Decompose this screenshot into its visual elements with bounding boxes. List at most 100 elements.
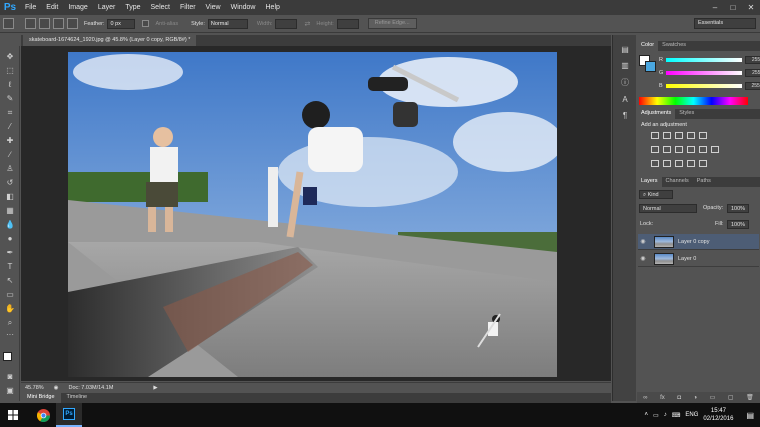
new-selection-icon[interactable] <box>25 18 36 29</box>
opacity-input[interactable]: 100% <box>727 204 749 213</box>
history-panel-icon[interactable]: ▤ <box>618 45 632 55</box>
more-tools-icon[interactable]: ··· <box>3 330 17 340</box>
minimize-button[interactable]: – <box>706 0 724 15</box>
feather-input[interactable]: 0 px <box>107 18 136 29</box>
menu-type[interactable]: Type <box>120 0 145 15</box>
blue-slider[interactable] <box>665 84 742 88</box>
channel-mixer-icon[interactable] <box>699 146 707 153</box>
type-tool-icon[interactable]: T <box>3 262 17 272</box>
posterize-icon[interactable] <box>663 160 671 167</box>
add-mask-icon[interactable]: ◘ <box>677 395 681 401</box>
tab-timeline[interactable]: Timeline <box>61 393 94 403</box>
black-white-icon[interactable] <box>675 146 683 153</box>
layer-name[interactable]: Layer 0 copy <box>678 239 710 245</box>
language-indicator[interactable]: ENG <box>685 412 698 418</box>
adjustment-layer-icon[interactable]: ◑ <box>693 395 697 401</box>
document-tab[interactable]: skateboard-1674624_1920.jpg @ 45.8% (Lay… <box>23 35 197 46</box>
new-layer-icon[interactable]: ▢ <box>728 394 734 401</box>
tab-adjustments[interactable]: Adjustments <box>637 109 676 119</box>
menu-file[interactable]: File <box>20 0 41 15</box>
dodge-tool-icon[interactable]: ● <box>3 234 17 244</box>
tab-swatches[interactable]: Swatches <box>658 41 690 51</box>
layer-filter-kind-select[interactable]: ⌕ Kind <box>639 190 673 199</box>
clock[interactable]: 15:47 02/12/2016 <box>703 407 733 423</box>
tab-channels[interactable]: Channels <box>662 177 693 187</box>
skateboard-photo[interactable] <box>68 52 557 377</box>
vibrance-icon[interactable] <box>699 132 707 139</box>
new-group-icon[interactable]: ▭ <box>710 394 716 401</box>
green-slider[interactable] <box>666 71 743 75</box>
menu-edit[interactable]: Edit <box>41 0 63 15</box>
clone-stamp-tool-icon[interactable]: ♙ <box>3 164 17 174</box>
curves-icon[interactable] <box>675 132 683 139</box>
color-spectrum[interactable] <box>639 97 748 105</box>
layer-row[interactable]: ◉ Layer 0 <box>638 251 759 267</box>
exposure-icon[interactable] <box>687 132 695 139</box>
eye-icon[interactable]: ◉ <box>638 255 648 262</box>
color-balance-icon[interactable] <box>663 146 671 153</box>
blend-mode-select[interactable]: Normal <box>639 204 697 213</box>
character-panel-icon[interactable]: A <box>618 95 632 105</box>
workspace-select[interactable]: Essentials <box>694 18 756 29</box>
move-tool-icon[interactable]: ✥ <box>3 52 17 62</box>
fill-input[interactable]: 100% <box>727 220 749 229</box>
chrome-taskbar-button[interactable] <box>30 403 56 427</box>
layer-name[interactable]: Layer 0 <box>678 256 696 262</box>
green-value[interactable]: 255 <box>745 69 760 77</box>
selective-color-icon[interactable] <box>699 160 707 167</box>
style-select[interactable]: Normal <box>207 18 248 29</box>
gradient-tool-icon[interactable]: ▦ <box>3 206 17 216</box>
layer-row[interactable]: ◉ Layer 0 copy <box>638 234 759 250</box>
info-panel-icon[interactable]: ⓘ <box>618 77 632 87</box>
healing-brush-tool-icon[interactable]: ✚ <box>3 136 17 146</box>
menu-filter[interactable]: Filter <box>175 0 201 15</box>
brush-tool-icon[interactable]: ∕ <box>3 150 17 160</box>
antialias-checkbox[interactable] <box>142 20 150 27</box>
pen-tool-icon[interactable]: ✒ <box>3 248 17 258</box>
intersect-selection-icon[interactable] <box>67 18 78 29</box>
red-value[interactable]: 255 <box>744 56 760 64</box>
eye-icon[interactable]: ◉ <box>638 238 648 245</box>
canvas-area[interactable] <box>21 46 611 381</box>
subtract-selection-icon[interactable] <box>53 18 64 29</box>
tray-chevron-icon[interactable]: ˄ <box>645 412 649 418</box>
foreground-color-swatch[interactable] <box>3 352 12 361</box>
marquee-tool-preset-icon[interactable] <box>3 18 14 29</box>
tab-mini-bridge[interactable]: Mini Bridge <box>21 393 61 403</box>
tab-styles[interactable]: Styles <box>675 109 698 119</box>
keyboard-icon[interactable]: ⌨ <box>672 412 681 419</box>
threshold-icon[interactable] <box>675 160 683 167</box>
blur-tool-icon[interactable]: 💧 <box>3 220 17 230</box>
swap-icon[interactable]: ⇄ <box>304 20 310 28</box>
status-info-icon[interactable]: ◉ <box>54 385 59 391</box>
quick-mask-icon[interactable]: ◙ <box>3 372 17 382</box>
properties-panel-icon[interactable]: ▥ <box>618 61 632 71</box>
blue-value[interactable]: 255 <box>744 82 760 90</box>
paragraph-panel-icon[interactable]: ¶ <box>618 111 632 121</box>
crop-tool-icon[interactable]: ⌗ <box>3 108 17 118</box>
start-button[interactable] <box>0 403 26 427</box>
tab-paths[interactable]: Paths <box>693 177 715 187</box>
photoshop-taskbar-button[interactable]: Ps <box>56 403 82 427</box>
network-icon[interactable]: ▭ <box>653 412 659 419</box>
refine-edge-button[interactable]: Refine Edge... <box>367 18 417 29</box>
hue-saturation-icon[interactable] <box>651 146 659 153</box>
tab-layers[interactable]: Layers <box>637 177 662 187</box>
hand-tool-icon[interactable]: ✋ <box>3 304 17 314</box>
color-background-swatch[interactable] <box>645 61 656 72</box>
status-menu-icon[interactable]: ▶ <box>153 385 157 391</box>
screen-mode-icon[interactable]: ▣ <box>3 386 17 396</box>
layer-style-icon[interactable]: fx <box>660 395 665 401</box>
zoom-tool-icon[interactable]: ⌕ <box>3 318 17 328</box>
close-button[interactable]: ✕ <box>742 0 760 15</box>
history-brush-tool-icon[interactable]: ↺ <box>3 178 17 188</box>
marquee-tool-icon[interactable]: ⬚ <box>3 66 17 76</box>
zoom-level[interactable]: 45.78% <box>25 385 44 391</box>
eraser-tool-icon[interactable]: ◧ <box>3 192 17 202</box>
path-select-tool-icon[interactable]: ↖ <box>3 276 17 286</box>
menu-help[interactable]: Help <box>261 0 285 15</box>
delete-layer-icon[interactable]: 🗑 <box>746 394 754 401</box>
link-layers-icon[interactable]: ∞ <box>643 395 647 401</box>
eyedropper-tool-icon[interactable]: ⁄ <box>3 122 17 132</box>
lasso-tool-icon[interactable]: ℓ <box>3 80 17 90</box>
